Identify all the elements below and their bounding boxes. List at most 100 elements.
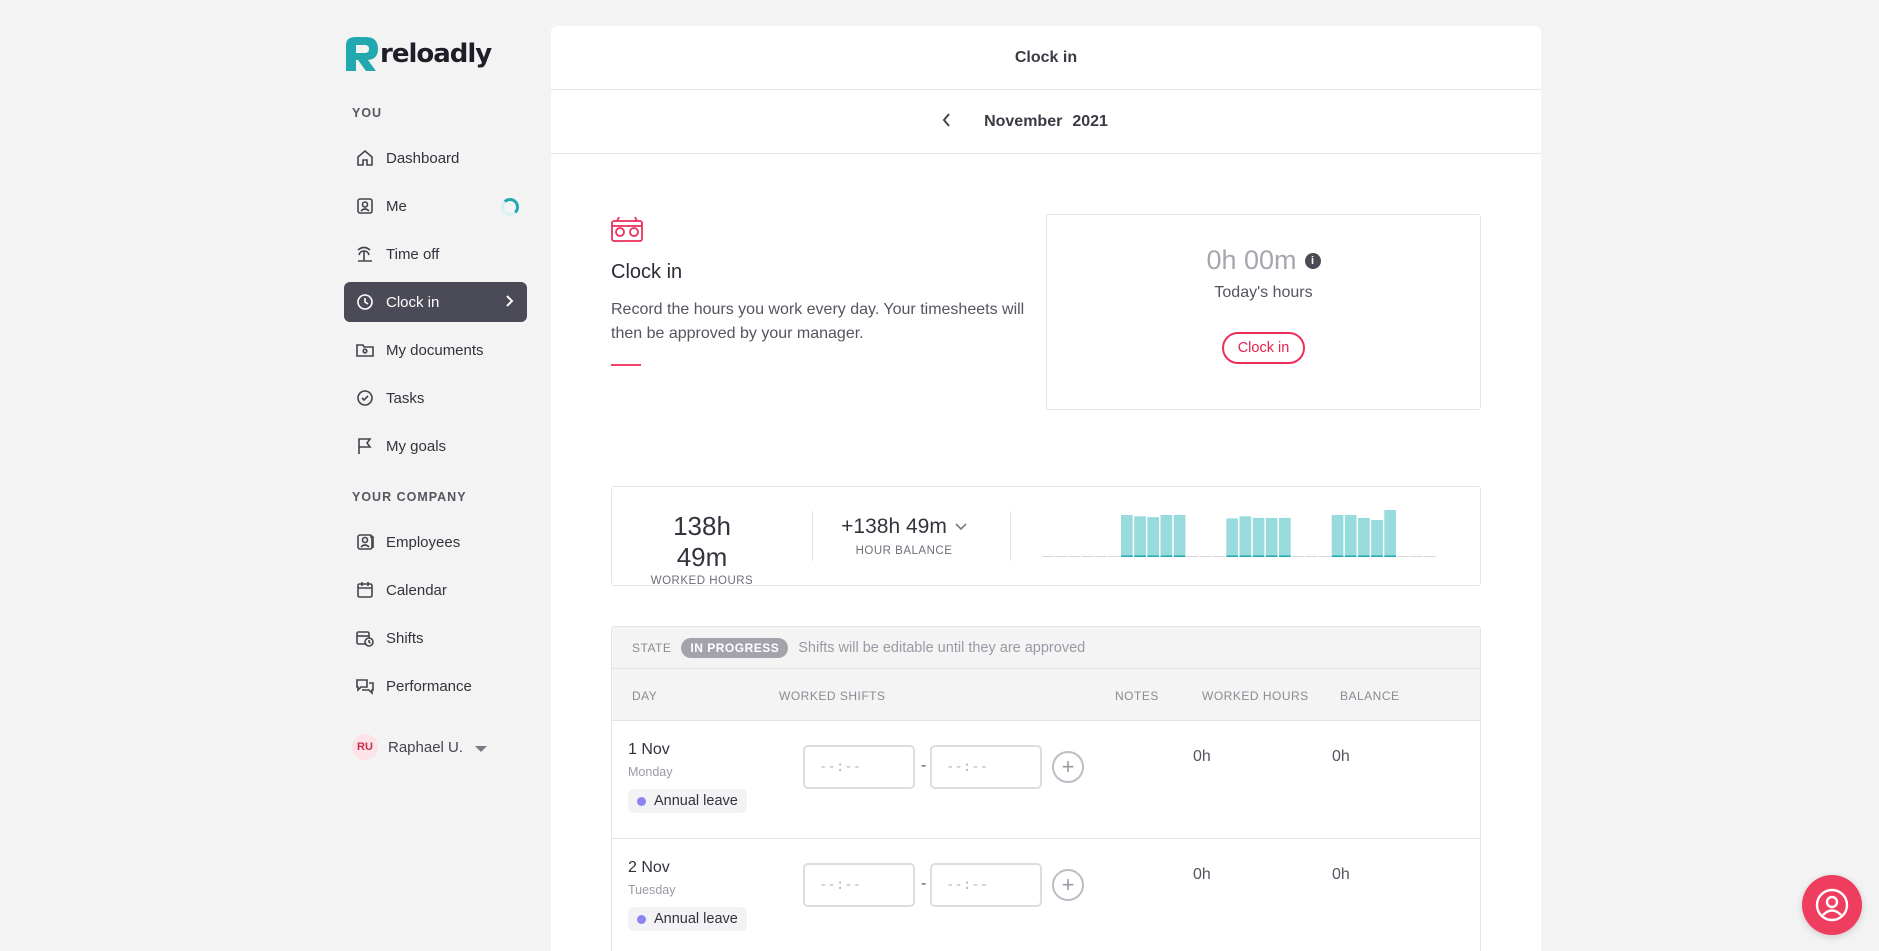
column-header-balance: BALANCE (1340, 689, 1400, 703)
chevron-down-icon (955, 523, 967, 531)
hour-balance-label: HOUR BALANCE (855, 545, 953, 557)
chart-bar-baseline (1331, 555, 1344, 557)
column-header-notes: NOTES (1115, 689, 1159, 703)
chart-bar-baseline (1239, 555, 1252, 557)
sidebar-item-label: Shifts (386, 629, 424, 647)
sidebar-item-label: My goals (386, 437, 447, 455)
add-shift-button[interactable]: + (1052, 869, 1084, 901)
leave-dot-icon (637, 914, 646, 924)
chart-empty-day (1305, 556, 1317, 557)
add-shift-button[interactable]: + (1052, 751, 1084, 783)
avatar: RU (352, 734, 378, 760)
row-balance: 0h (1332, 866, 1350, 883)
chart-bar (1226, 518, 1238, 557)
people-icon (355, 532, 375, 552)
sidebar-item-clock-in[interactable]: Clock in (344, 282, 527, 322)
chart-bar (1371, 520, 1383, 557)
chart-bar (1344, 515, 1357, 557)
chart-bar (1331, 515, 1344, 557)
sidebar-item-calendar[interactable]: Calendar (344, 570, 527, 610)
section-your-company: YOUR COMPANY (352, 490, 467, 504)
clock-in-intro: Clock in Record the hours you work every… (611, 216, 1031, 366)
chart-bar (1279, 517, 1291, 557)
chart-bar-baseline (1121, 555, 1133, 557)
chart-empty-day (1410, 556, 1423, 557)
sidebar-item-tasks[interactable]: Tasks (344, 378, 527, 418)
hour-balance-stat[interactable]: +138h 49m HOUR BALANCE (840, 511, 968, 557)
row-balance: 0h (1332, 748, 1350, 765)
chart-empty-day (1397, 556, 1410, 557)
sidebar-item-label: Time off (386, 245, 440, 263)
calendar-icon (355, 580, 375, 600)
sidebar-item-me[interactable]: Me (344, 186, 527, 226)
table-row: 1 Nov Monday Annual leave --:-- - --:-- … (612, 721, 1480, 839)
chart-bar-baseline (1134, 555, 1146, 557)
worked-hours-label: WORKED HOURS (650, 575, 754, 587)
shift-start-input[interactable]: --:-- (803, 863, 915, 907)
divider (1010, 511, 1011, 561)
chart-bar (1134, 516, 1146, 557)
leave-dot-icon (637, 796, 646, 806)
radio-cassette-icon (611, 216, 643, 242)
home-icon (355, 148, 375, 168)
table-row: 2 Nov Tuesday Annual leave --:-- - --:--… (612, 839, 1480, 951)
chart-empty-day (1318, 556, 1331, 557)
shift-start-input[interactable]: --:-- (803, 745, 915, 789)
help-chat-button[interactable] (1802, 875, 1862, 935)
chart-bar (1265, 517, 1278, 557)
chart-bar (1173, 515, 1186, 557)
month-navigator: November 2021 (551, 90, 1541, 154)
chart-empty-day (1055, 556, 1067, 557)
info-icon[interactable]: i (1304, 252, 1321, 269)
row-date: 1 Nov (628, 741, 670, 758)
timesheet-table: STATE IN PROGRESS Shifts will be editabl… (611, 626, 1481, 951)
month-label: November (984, 112, 1063, 130)
sidebar-item-my-documents[interactable]: My documents (344, 330, 527, 370)
chart-bar (1147, 517, 1159, 557)
worked-hours-stat: 138h 49m WORKED HOURS (650, 511, 754, 587)
leave-label: Annual leave (654, 793, 738, 809)
sidebar-item-label: Tasks (386, 389, 425, 407)
chart-bar (1358, 517, 1370, 557)
user-menu[interactable]: RU Raphael U. (352, 734, 488, 760)
sidebar-item-shifts[interactable]: Shifts (344, 618, 527, 658)
chart-empty-day (1292, 556, 1304, 557)
chart-bar (1384, 510, 1396, 557)
sidebar-item-label: Me (386, 197, 407, 215)
sidebar-item-my-goals[interactable]: My goals (344, 426, 527, 466)
logo[interactable]: reloadly (344, 34, 492, 74)
daily-hours-chart (1042, 510, 1436, 557)
chart-empty-day (1186, 556, 1199, 557)
hour-balance-value-wrap: +138h 49m (840, 515, 968, 539)
row-worked-hours: 0h (1193, 866, 1211, 883)
main-panel: Clock in November 2021 Clock in Record t… (551, 26, 1541, 951)
shift-end-input[interactable]: --:-- (930, 863, 1042, 907)
sidebar-item-employees[interactable]: Employees (344, 522, 527, 562)
hour-balance-value: +138h 49m (841, 515, 947, 538)
sidebar-item-time-off[interactable]: Time off (344, 234, 527, 274)
brand-name: reloadly (380, 39, 492, 69)
chart-bar-baseline (1226, 555, 1238, 557)
chevron-left-icon[interactable] (941, 112, 951, 133)
shift-end-input[interactable]: --:-- (930, 745, 1042, 789)
annual-leave-badge: Annual leave (628, 907, 747, 931)
today-hours-value: 0h 00m (1206, 245, 1297, 275)
chart-bar (1160, 515, 1173, 557)
sidebar-item-dashboard[interactable]: Dashboard (344, 138, 527, 178)
column-header-worked-hours: WORKED HOURS (1202, 689, 1309, 703)
chart-bar-baseline (1160, 555, 1173, 557)
sidebar: reloadly YOU Dashboard Me Time off Clock… (344, 0, 530, 951)
sidebar-item-performance[interactable]: Performance (344, 666, 527, 706)
chart-bar (1239, 516, 1252, 557)
divider (812, 511, 813, 561)
clock-in-button[interactable]: Clock in (1221, 332, 1306, 364)
row-weekday: Monday (628, 765, 673, 779)
time-separator: - (921, 875, 927, 892)
chart-bar-baseline (1371, 555, 1383, 557)
caret-down-icon (475, 745, 488, 752)
leave-label: Annual leave (654, 911, 738, 927)
reloadly-logo-icon (346, 37, 378, 71)
table-header: DAY WORKED SHIFTS NOTES WORKED HOURS BAL… (612, 669, 1480, 721)
chart-empty-day (1200, 556, 1212, 557)
chart-empty-day (1042, 556, 1054, 557)
